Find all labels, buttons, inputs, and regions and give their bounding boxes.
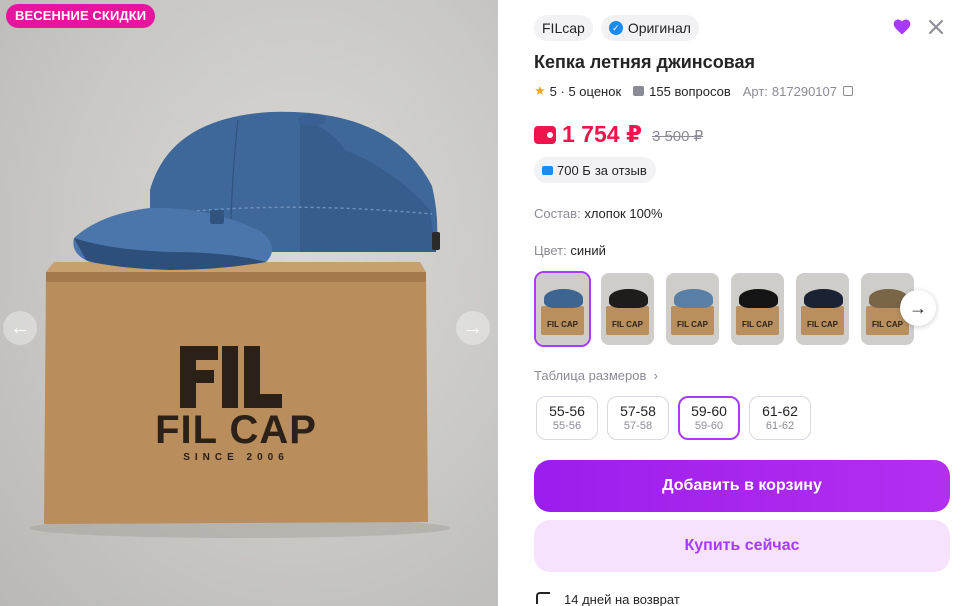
swatch-cap [739, 288, 778, 308]
arrow-left-icon: ← [10, 316, 30, 339]
box-tagline: SINCE 2006 [183, 452, 289, 463]
size-options: 55-56 55-56 57-58 57-58 59-60 59-60 61-62 61-62 [536, 396, 811, 440]
prev-image-button[interactable]: ← [3, 311, 37, 345]
bonus-amount: 700 Б [557, 162, 591, 178]
current-price: 1 754 ₽ [562, 121, 642, 147]
return-text: 14 дней на возврат [564, 592, 680, 606]
wallet-icon [534, 125, 556, 144]
verified-icon: ✓ [608, 21, 623, 35]
reviews-count[interactable]: 5 оценок [568, 84, 621, 99]
add-to-cart-button[interactable]: Добавить в корзину [534, 460, 950, 512]
arrow-right-icon: → [463, 316, 483, 339]
size-table-label: Таблица размеров [534, 368, 647, 383]
color-swatch[interactable]: FIL CAP [599, 271, 656, 347]
copy-icon[interactable] [843, 86, 853, 96]
size-option[interactable]: 57-58 57-58 [607, 396, 669, 440]
color-swatch[interactable]: FIL CAP [664, 271, 721, 347]
size-label: 59-60 [691, 403, 727, 419]
arrow-right-icon: → [909, 297, 927, 318]
brand-name: FILcap [542, 20, 585, 36]
questions-count[interactable]: 155 вопросов [649, 84, 731, 99]
return-icon [536, 592, 550, 604]
size-table-link[interactable]: Таблица размеров › [534, 368, 658, 383]
size-sublabel: 57-58 [623, 420, 653, 432]
size-label: 55-56 [549, 403, 585, 419]
color-swatch[interactable]: FIL CAP [794, 271, 851, 347]
color-swatches: FIL CAP FIL CAP FIL CAP FIL CAP FIL CAP FIL C… [534, 271, 916, 347]
composition-label: Состав: [534, 206, 581, 221]
size-sublabel: 61-62 [765, 420, 795, 432]
heart-icon[interactable] [892, 17, 912, 37]
box-logo: FIL CAP [155, 408, 317, 452]
meta-dot: · [556, 83, 569, 99]
size-sublabel: 55-56 [552, 420, 582, 432]
product-info: FILcap ✓ Оригинал Кепка летняя джинсовая… [534, 0, 962, 606]
size-option[interactable]: 55-56 55-56 [536, 396, 598, 440]
swatch-cap [804, 288, 843, 308]
rating-value[interactable]: 5 [550, 84, 557, 99]
promo-badge: ВЕСЕННИЕ СКИДКИ [6, 4, 156, 28]
brand-chip[interactable]: FILcap [534, 15, 593, 41]
color-label: Цвет: [534, 243, 567, 258]
return-info: 14 дней на возврат [536, 592, 680, 606]
swatches-next-button[interactable]: → [900, 290, 936, 326]
size-label: 57-58 [620, 403, 656, 419]
size-label: 61-62 [762, 403, 798, 419]
swatch-cap [609, 288, 648, 308]
color-swatch[interactable]: FIL CAP [729, 271, 786, 347]
article-label: Арт: [742, 83, 768, 99]
bonus-chip[interactable]: 700 Б за отзыв [534, 157, 656, 183]
swatch-logo: FIL CAP [742, 320, 773, 330]
size-option[interactable]: 61-62 61-62 [749, 396, 811, 440]
swatch-logo: FIL CAP [612, 320, 643, 330]
composition: Состав: хлопок 100% [534, 206, 663, 221]
swatch-logo: FIL CAP [677, 320, 708, 330]
original-label: Оригинал [627, 20, 691, 36]
meta-row: ★ 5 · 5 оценок 155 вопросов Арт: 8172901… [534, 83, 853, 99]
color-swatch[interactable]: FIL CAP [534, 271, 591, 347]
color-value: синий [570, 243, 606, 258]
close-icon[interactable] [926, 17, 946, 37]
original-chip[interactable]: ✓ Оригинал [600, 15, 699, 41]
price-row: 1 754 ₽ 3 500 ₽ [534, 121, 703, 148]
composition-value: хлопок 100% [584, 206, 663, 221]
color-line: Цвет: синий [534, 243, 606, 258]
star-icon: ★ [534, 83, 546, 98]
next-image-button[interactable]: → [456, 311, 490, 345]
product-photo [30, 111, 450, 538]
swatch-logo: FIL CAP [807, 320, 838, 330]
old-price: 3 500 ₽ [651, 128, 704, 145]
bonus-wallet-icon [542, 165, 553, 175]
swatch-logo: FIL CAP [547, 320, 578, 330]
product-title: Кепка летняя джинсовая [534, 52, 756, 72]
bonus-label: за отзыв [594, 162, 647, 178]
brand-row: FILcap ✓ Оригинал [534, 15, 699, 41]
buy-now-button[interactable]: Купить сейчас [534, 520, 950, 572]
questions-icon [633, 86, 645, 96]
swatch-cap [674, 288, 713, 308]
product-gallery[interactable]: ВЕСЕННИЕ СКИДКИ FIL CAP SINCE 2006 ← → [0, 0, 498, 606]
article-number: 817290107 [771, 83, 837, 99]
chevron-right-icon: › [650, 368, 658, 383]
size-sublabel: 59-60 [694, 420, 724, 432]
swatch-cap [544, 288, 583, 308]
size-option[interactable]: 59-60 59-60 [678, 396, 740, 440]
